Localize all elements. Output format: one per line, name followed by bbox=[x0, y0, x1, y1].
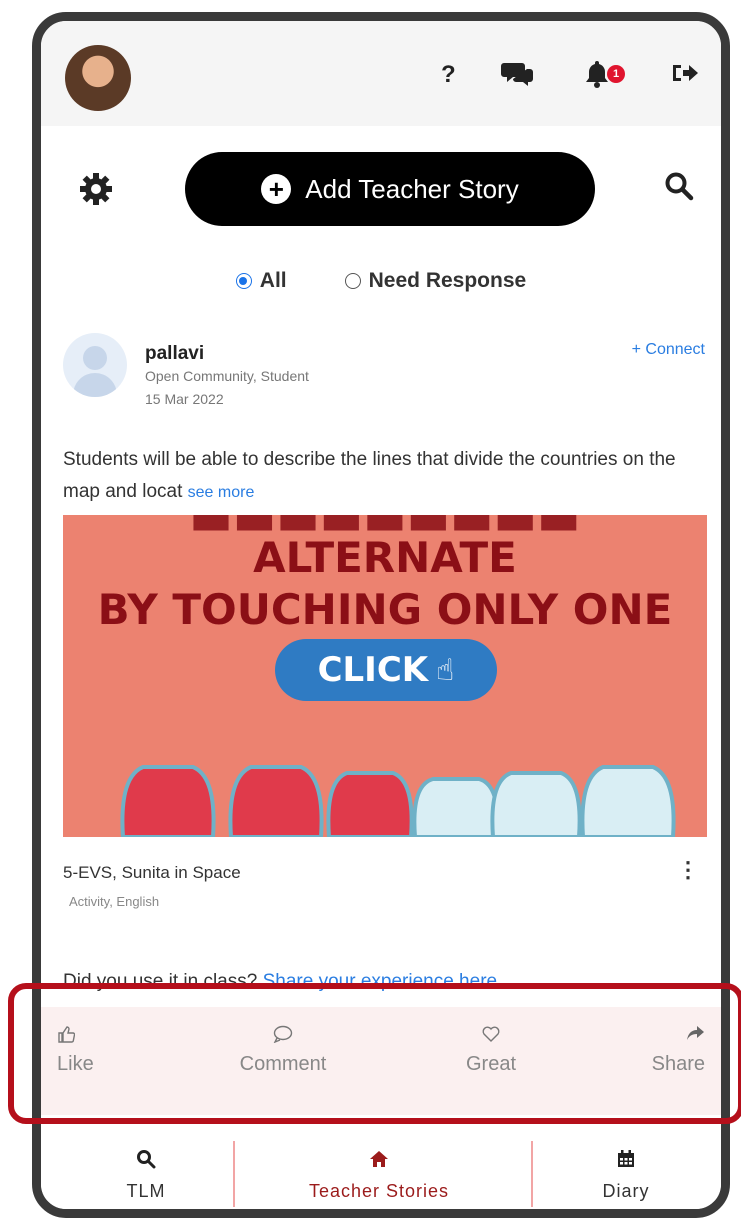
add-teacher-story-button[interactable]: + Add Teacher Story bbox=[185, 152, 595, 226]
filter-all-radio[interactable]: All bbox=[235, 269, 287, 293]
logout-icon[interactable] bbox=[671, 61, 699, 92]
calendar-icon bbox=[581, 1149, 671, 1175]
nav-diary[interactable]: Diary bbox=[581, 1149, 671, 1202]
help-icon[interactable]: ? bbox=[441, 61, 456, 89]
post-description: Students will be able to describe the li… bbox=[63, 444, 713, 509]
media-line-2: BY TOUCHING ONLY ONE bbox=[97, 585, 673, 634]
nav-divider bbox=[233, 1141, 235, 1207]
chat-icon[interactable] bbox=[501, 59, 535, 96]
user-avatar[interactable] bbox=[65, 45, 131, 111]
author-meta: Open Community, Student bbox=[145, 368, 309, 384]
filter-need-response-radio[interactable]: Need Response bbox=[344, 269, 527, 293]
nav-divider bbox=[531, 1141, 533, 1207]
nav-diary-label: Diary bbox=[602, 1181, 650, 1201]
home-icon bbox=[279, 1149, 479, 1175]
nav-teacher-stories[interactable]: Teacher Stories bbox=[279, 1149, 479, 1202]
gear-icon[interactable] bbox=[78, 171, 114, 217]
post-tags: Activity, English bbox=[69, 894, 160, 909]
author-name[interactable]: pallavi bbox=[145, 343, 204, 365]
pointer-hand-icon: ☝ bbox=[436, 652, 455, 688]
pitchers-illustration bbox=[120, 765, 676, 837]
plus-icon: + bbox=[261, 174, 292, 204]
notification-badge: 1 bbox=[607, 65, 625, 83]
nav-tlm-label: TLM bbox=[126, 1181, 166, 1201]
post-title[interactable]: 5-EVS, Sunita in Space bbox=[63, 863, 241, 883]
actions-highlight-box bbox=[8, 983, 741, 1124]
radio-unselected-icon bbox=[344, 273, 361, 289]
filter-radio-group: All Need Response bbox=[41, 269, 721, 293]
bottom-navigation: TLM Teacher Stories Diary bbox=[41, 1129, 721, 1209]
see-more-link[interactable]: see more bbox=[188, 484, 255, 501]
radio-selected-icon bbox=[235, 273, 252, 289]
nav-tlm[interactable]: TLM bbox=[101, 1149, 191, 1202]
post-description-text: Students will be able to describe the li… bbox=[63, 449, 676, 502]
more-options-icon[interactable]: ⋮ bbox=[677, 857, 699, 883]
filter-all-label: All bbox=[259, 269, 287, 292]
author-avatar[interactable] bbox=[63, 333, 127, 397]
search-icon bbox=[101, 1149, 191, 1175]
post-date: 15 Mar 2022 bbox=[145, 391, 224, 407]
search-icon[interactable] bbox=[664, 171, 694, 209]
filter-need-response-label: Need Response bbox=[368, 269, 527, 292]
media-click-label: CLICK bbox=[317, 650, 429, 690]
media-click-pill: CLICK ☝ bbox=[275, 639, 497, 701]
add-teacher-story-label: Add Teacher Story bbox=[305, 173, 519, 204]
nav-teacher-stories-label: Teacher Stories bbox=[308, 1181, 450, 1201]
post-media-image[interactable]: ▬▬▬▬▬▬▬▬▬ ALTERNATE BY TOUCHING ONLY ONE… bbox=[63, 515, 707, 837]
top-bar: ? 1 bbox=[41, 21, 721, 126]
connect-link[interactable]: + Connect bbox=[632, 341, 705, 359]
media-line-1: ALTERNATE bbox=[253, 533, 517, 582]
